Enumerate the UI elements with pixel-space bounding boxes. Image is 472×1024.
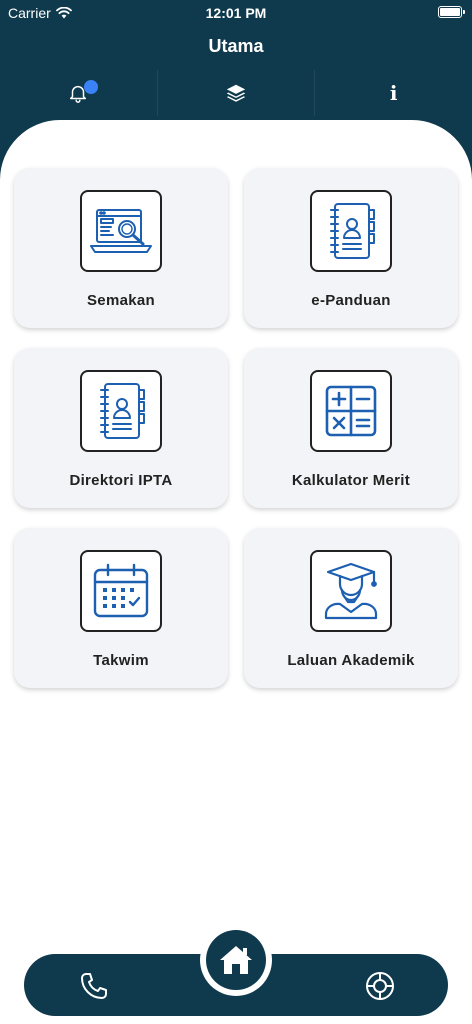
search-screen-icon [80, 190, 162, 272]
calculator-icon [310, 370, 392, 452]
top-tab-bar: i [0, 70, 472, 116]
menu-card-direktori-ipta[interactable]: Direktori IPTA [14, 348, 228, 508]
lifebuoy-icon [366, 972, 394, 1000]
menu-card-semakan[interactable]: Semakan [14, 168, 228, 328]
nav-home-button[interactable] [200, 924, 272, 996]
battery-icon [438, 6, 465, 18]
menu-card-label: Kalkulator Merit [291, 472, 411, 489]
page-title: Utama [208, 36, 264, 56]
notebook-icon [310, 190, 392, 272]
graduate-icon [310, 550, 392, 632]
status-time: 12:01 PM [205, 5, 267, 21]
menu-card-laluan-akademik[interactable]: Laluan Akademik [244, 528, 458, 688]
layers-icon [226, 84, 246, 102]
menu-card-label: e-Panduan [311, 292, 391, 309]
menu-card-label: Laluan Akademik [287, 652, 415, 669]
nav-phone-button[interactable] [78, 970, 110, 1007]
menu-card-e-panduan[interactable]: e-Panduan [244, 168, 458, 328]
menu-card-takwim[interactable]: Takwim [14, 528, 228, 688]
menu-card-label: Semakan [87, 292, 155, 309]
tab-info[interactable]: i [314, 70, 472, 116]
calendar-icon [80, 550, 162, 632]
tab-notifications[interactable] [0, 70, 157, 116]
notification-badge [84, 80, 98, 94]
menu-card-label: Direktori IPTA [69, 472, 173, 489]
main-panel: Semakan e-Panduan Direktori IPTA Kalkula… [0, 120, 472, 1024]
phone-icon [81, 973, 107, 999]
info-icon: i [389, 81, 398, 105]
status-bar: Carrier 12:01 PM [0, 0, 472, 26]
home-button-circle [206, 930, 266, 990]
menu-grid: Semakan e-Panduan Direktori IPTA Kalkula… [14, 168, 460, 688]
nav-support-button[interactable] [364, 970, 396, 1007]
tab-layers[interactable] [156, 70, 315, 116]
menu-card-label: Takwim [93, 652, 149, 669]
address-book-icon [80, 370, 162, 452]
menu-card-kalkulator-merit[interactable]: Kalkulator Merit [244, 348, 458, 508]
home-icon [220, 946, 252, 974]
